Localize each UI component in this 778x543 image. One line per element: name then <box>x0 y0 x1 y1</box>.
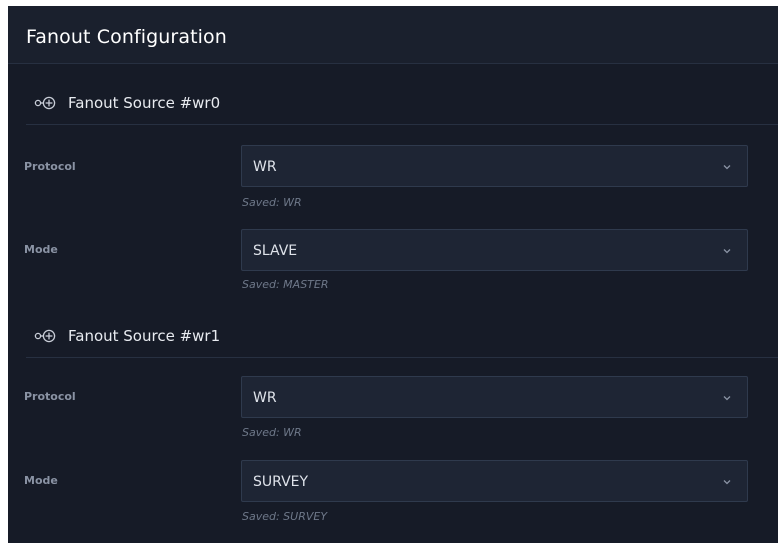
protocol-select-value: WR <box>253 159 277 175</box>
chevron-down-icon <box>723 249 731 254</box>
protocol-label: Protocol <box>24 160 76 173</box>
section-title-wr0: Fanout Source #wr0 <box>34 94 220 112</box>
mode-saved-hint: Saved: MASTER <box>242 278 329 291</box>
protocol-saved-hint: Saved: WR <box>242 196 302 209</box>
protocol-saved-hint: Saved: WR <box>242 426 302 439</box>
chevron-down-icon <box>723 396 731 401</box>
chevron-down-icon <box>723 165 731 170</box>
protocol-label: Protocol <box>24 390 76 403</box>
protocol-select-wr1[interactable]: WR <box>241 376 748 418</box>
link-add-icon <box>34 95 60 111</box>
protocol-select-wr0[interactable]: WR <box>241 145 748 187</box>
mode-saved-hint: Saved: SURVEY <box>242 510 328 523</box>
panel-title: Fanout Configuration <box>8 6 778 64</box>
chevron-down-icon <box>723 480 731 485</box>
mode-label: Mode <box>24 243 58 256</box>
mode-select-wr0[interactable]: SLAVE <box>241 229 748 271</box>
section-title-wr1: Fanout Source #wr1 <box>34 327 220 345</box>
section-divider <box>26 124 778 125</box>
mode-label: Mode <box>24 474 58 487</box>
mode-select-value: SURVEY <box>253 474 309 490</box>
mode-select-value: SLAVE <box>253 243 298 259</box>
fanout-configuration-panel: Fanout Configuration Fanout Source #wr0 … <box>8 6 778 543</box>
section-divider <box>26 357 778 358</box>
section-title-label: Fanout Source #wr1 <box>68 327 221 345</box>
link-add-icon <box>34 328 60 344</box>
protocol-select-value: WR <box>253 390 277 406</box>
section-title-label: Fanout Source #wr0 <box>68 94 221 112</box>
mode-select-wr1[interactable]: SURVEY <box>241 460 748 502</box>
